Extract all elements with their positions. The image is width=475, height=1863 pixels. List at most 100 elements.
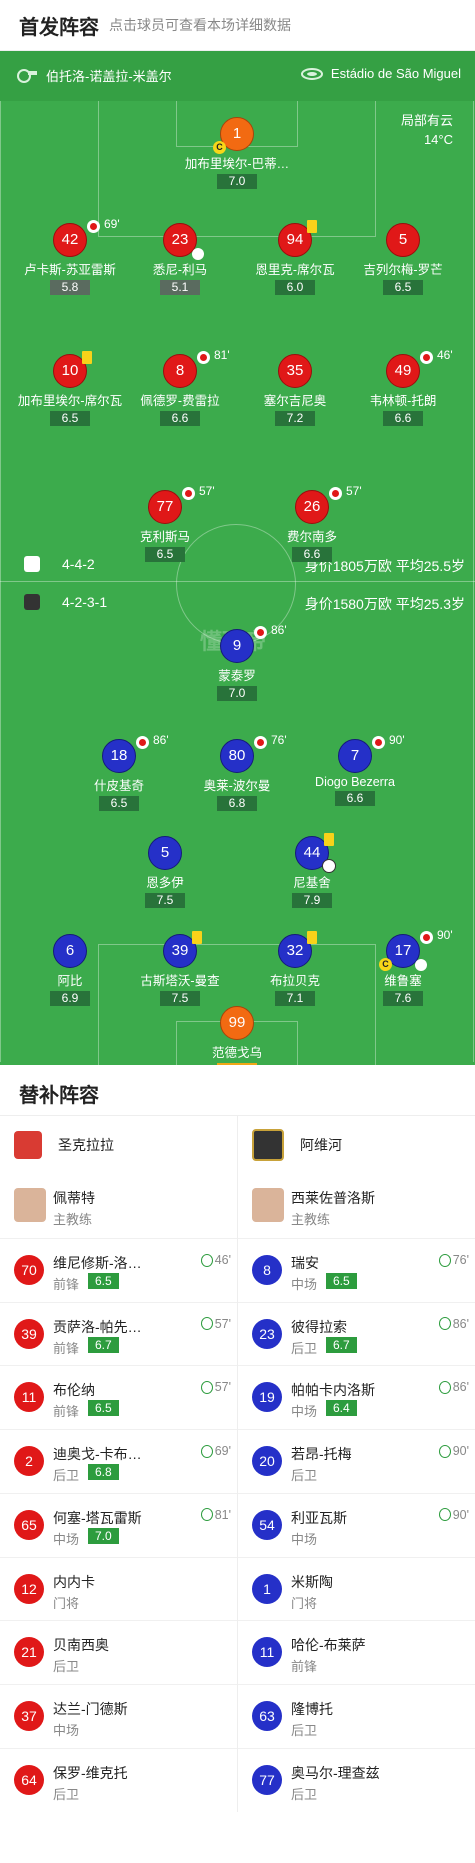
bench-player-row[interactable]: 64 保罗-维克托 后卫 [0, 1747, 237, 1812]
player-name: 吉列尔梅-罗芒 [363, 263, 443, 277]
whistle-icon [17, 68, 37, 83]
player-number: 80 [220, 736, 267, 773]
bench-player-row[interactable]: 63 隆博托 后卫 [238, 1683, 475, 1748]
home-player[interactable]: 5 吉列尔梅-罗芒 6.5 [343, 223, 463, 296]
bench-player-row[interactable]: 21 贝南西奥 后卫 [0, 1620, 237, 1684]
sub-in-time: 69' [200, 1444, 231, 1458]
bench-away-team[interactable]: 阿维河 [238, 1116, 475, 1174]
substitution-time: 57' [346, 484, 362, 498]
substitution-icon [254, 736, 267, 749]
away-player[interactable]: 44 尼基舍 7.9 [252, 833, 372, 909]
bench-home-team[interactable]: 圣克拉拉 [0, 1116, 237, 1174]
substitution-icon [329, 487, 342, 500]
home-player[interactable]: 23 悉尼-利马 5.1 [120, 223, 240, 296]
away-player[interactable]: 6 阿比 6.9 [10, 934, 130, 1007]
home-player[interactable]: 10 加布里埃尔-席尔瓦 6.5 [10, 351, 130, 427]
away-player[interactable]: 17 C 90' 维鲁塞 7.6 [343, 928, 463, 1007]
bench-player-position: 门将 [53, 1595, 80, 1611]
bench-player-number: 54 [252, 1509, 282, 1540]
coach-role: 主教练 [291, 1212, 331, 1227]
away-player[interactable]: 39 古斯塔沃-曼查 7.5 [120, 931, 240, 1007]
player-number: 77 [148, 487, 195, 524]
bench-player-number: 23 [252, 1318, 282, 1349]
bench-player-row[interactable]: 39 贡萨洛-帕先… 前锋 6.7 57' [0, 1301, 237, 1366]
away-player[interactable]: 9 86' 蒙泰罗 7.0 [177, 623, 297, 702]
sub-in-time-text: 57' [214, 1316, 231, 1331]
substitution-time: 86' [153, 733, 169, 747]
bench-player-row[interactable]: 1 米斯陶 门将 [238, 1556, 475, 1621]
bench-player-row[interactable]: 37 达兰-门德斯 中场 [0, 1683, 237, 1748]
away-player[interactable]: 80 76' 奥莱-波尔曼 6.8 [177, 733, 297, 812]
bench-player-name: 奥马尔-理查兹 [291, 1764, 380, 1781]
bench-player-row[interactable]: 77 奥马尔-理查兹 后卫 [238, 1747, 475, 1812]
away-player[interactable]: 99范德戈乌8.0 [177, 1006, 297, 1065]
player-name: 加布里埃尔-席尔瓦 [17, 394, 123, 408]
bench-player-rating: 6.4 [326, 1400, 357, 1417]
bench-player-row[interactable]: 8 瑞安 中场 6.5 76' [238, 1238, 475, 1302]
bench-player-row[interactable]: 11 布伦纳 前锋 6.5 57' [0, 1365, 237, 1429]
substitution-icon [197, 351, 210, 364]
home-player[interactable]: 49 46' 韦林顿-托朗 6.6 [343, 348, 463, 427]
weather-temperature: 14°C [423, 132, 453, 147]
home-player[interactable]: 42 69' 卢卡斯-苏亚雷斯 5.8 [10, 217, 130, 296]
yellow-card-icon [192, 931, 202, 944]
bench-player-row[interactable]: 20 若昂-托梅 后卫 90' [238, 1429, 475, 1493]
bench-player-row[interactable]: 11 哈伦-布莱萨 前锋 [238, 1620, 475, 1684]
player-number: 23 [163, 223, 204, 260]
player-name: 克利斯马 [139, 530, 190, 544]
bench-player-rating: 6.7 [88, 1336, 119, 1353]
sub-in-time-text: 86' [452, 1380, 469, 1395]
coach-role: 主教练 [53, 1212, 93, 1227]
bench-player-position: 中场 [53, 1531, 80, 1547]
bench-player-number: 19 [252, 1382, 282, 1413]
player-rating: 6.9 [50, 991, 90, 1006]
player-number: 49 [386, 351, 433, 388]
bench-player-row[interactable]: 54 利亚瓦斯 中场 90' [238, 1492, 475, 1557]
bench-player-row[interactable]: 12 内内卡 门将 [0, 1556, 237, 1621]
player-name: 奥莱-波尔曼 [203, 779, 271, 793]
home-player[interactable]: 35 塞尔吉尼奥 7.2 [235, 354, 355, 427]
santa-clara-logo-icon [14, 1131, 42, 1159]
home-team-name: 伯托洛-诺盖拉-米盖尔 [46, 69, 172, 84]
away-player[interactable]: 18 86' 什皮基奇 6.5 [59, 733, 179, 812]
away-player[interactable]: 32 布拉贝克 7.1 [235, 931, 355, 1007]
home-player[interactable]: 1 C 加布里埃尔-巴蒂… 7.0 [177, 117, 297, 190]
bench-player-name: 贝南西奥 [53, 1637, 109, 1654]
substitution-time: 90' [389, 733, 405, 747]
bench-player-rating: 6.5 [326, 1273, 357, 1289]
bench-player-row[interactable]: 19 帕帕卡内洛斯 中场 6.4 86' [238, 1365, 475, 1429]
bench-player-name: 维尼修斯-洛… [53, 1255, 142, 1271]
substitution-time: 69' [104, 217, 120, 231]
player-name: 尼基舍 [293, 876, 331, 890]
player-number: 1C [213, 117, 254, 154]
venue-info: Estádio de São Miguel [300, 66, 461, 81]
player-name: 古斯塔沃-曼查 [140, 974, 220, 988]
player-number: 18 [102, 736, 149, 773]
home-player[interactable]: 26 57' 费尔南多 6.6 [252, 484, 372, 563]
bench-player-row[interactable]: 65 何塞-塔瓦雷斯 中场 7.0 81' [0, 1492, 237, 1557]
player-rating: 6.5 [145, 547, 185, 562]
bench-player-row[interactable]: 2 迪奥戈-卡布… 后卫 6.8 69' [0, 1429, 237, 1493]
bench-player-name: 米斯陶 [291, 1573, 333, 1590]
stadium-icon [300, 67, 323, 80]
player-rating: 6.6 [335, 791, 375, 806]
substitution-icon [87, 220, 100, 233]
player-number: 42 [53, 220, 100, 257]
player-number: 8 [163, 351, 210, 388]
home-player[interactable]: 77 57' 克利斯马 6.5 [105, 484, 225, 563]
home-player[interactable]: 94 恩里克-席尔瓦 6.0 [235, 220, 355, 296]
home-player[interactable]: 8 81' 佩德罗-费雷拉 6.6 [120, 348, 240, 427]
player-rating: 7.0 [217, 686, 257, 701]
away-player[interactable]: 5 恩多伊 7.5 [105, 836, 225, 909]
santa-clara-logo-icon [24, 556, 40, 572]
player-rating: 7.0 [217, 174, 257, 189]
away-player[interactable]: 7 90' Diogo Bezerra 6.6 [295, 733, 415, 807]
bench-player-row[interactable]: 70 维尼修斯-洛… 前锋 6.5 46' [0, 1238, 237, 1302]
bench-player-name: 达兰-门德斯 [53, 1700, 128, 1717]
bench-player-position: 后卫 [291, 1340, 318, 1356]
bench-home-coach[interactable]: 佩蒂特 主教练 [0, 1174, 237, 1238]
bench-away-team-name: 阿维河 [300, 1137, 342, 1153]
bench-away-coach[interactable]: 西莱佐普洛斯 主教练 [238, 1174, 475, 1238]
bench-player-row[interactable]: 23 彼得拉索 后卫 6.7 86' [238, 1301, 475, 1366]
sub-in-time-text: 76' [452, 1253, 469, 1267]
